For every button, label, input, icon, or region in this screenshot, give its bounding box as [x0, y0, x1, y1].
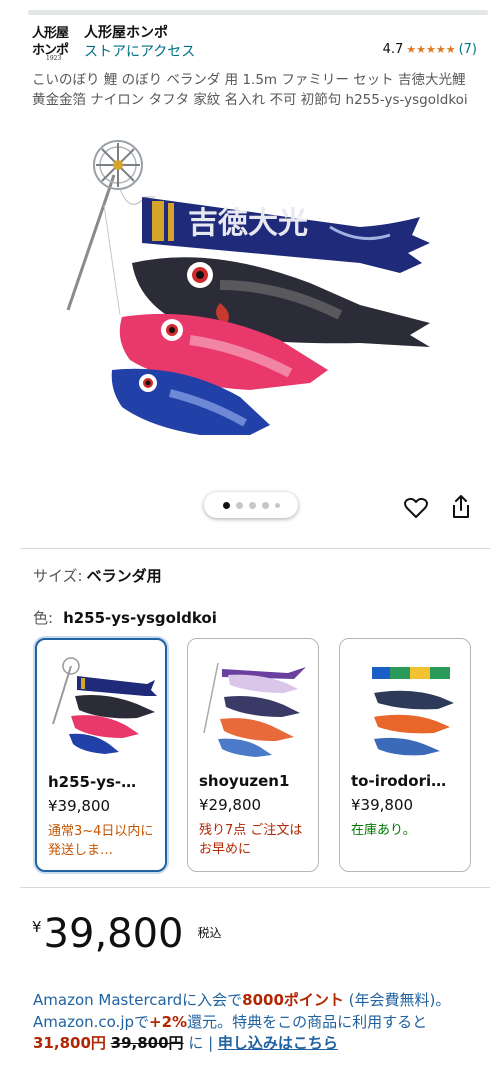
color-selector: 色: h255-ys-ysgoldkoi — [33, 607, 217, 628]
logo-year: 1923 — [46, 55, 62, 62]
tax-label: 税込 — [197, 926, 222, 940]
variant-price: ¥29,800 — [199, 796, 262, 814]
promo-original-price: 39,800円 — [110, 1034, 184, 1052]
carousel-dot[interactable] — [235, 501, 243, 509]
color-value: h255-ys-ysgoldkoi — [63, 609, 217, 627]
variant-name: shoyuzen1 — [199, 772, 290, 790]
image-carousel-indicator[interactable] — [204, 492, 298, 518]
promo-text: Amazon Mastercardに入会で — [33, 991, 243, 1009]
size-value: ベランダ用 — [86, 567, 162, 585]
size-selector: サイズ: ベランダ用 — [33, 565, 162, 586]
product-price: ¥ 39,800 税込 — [32, 912, 222, 956]
store-name[interactable]: 人形屋ホンポ — [84, 22, 168, 42]
promo-rate: +2% — [149, 1012, 188, 1031]
store-header: 人形屋 ホンポ 1923 人形屋ホンポ ストアにアクセス 4.7 ★★★★★ (… — [32, 22, 477, 64]
variant-thumbnail — [52, 657, 157, 754]
heart-icon[interactable] — [403, 495, 429, 521]
promo-text: に | — [183, 1034, 218, 1052]
section-divider — [20, 548, 490, 549]
review-count-link[interactable]: (7) — [459, 42, 477, 57]
variant-thumbnail — [203, 662, 306, 757]
carousel-dot[interactable] — [248, 501, 256, 509]
variant-name: h255-ys-… — [48, 773, 137, 791]
pinwheel-icon — [93, 140, 143, 190]
carousel-dot-active[interactable] — [222, 501, 230, 509]
variant-availability: 残り7点 ご注文はお早めに — [199, 823, 303, 857]
visit-store-link[interactable]: ストアにアクセス — [84, 41, 195, 61]
variant-availability: 通常3~4日以内に発送しま… — [48, 824, 154, 858]
variant-swatch-selected[interactable]: h255-ys-… ¥39,800 通常3~4日以内に発送しま… — [35, 638, 167, 872]
size-label: サイズ: — [33, 567, 83, 585]
variant-swatch[interactable]: shoyuzen1 ¥29,800 残り7点 ご注文はお早めに — [187, 638, 319, 872]
carousel-dot[interactable] — [274, 502, 280, 508]
variant-price: ¥39,800 — [48, 797, 111, 815]
rating-value: 4.7 — [382, 42, 404, 57]
variant-swatch[interactable]: to-irodori… ¥39,800 在庫あり。 — [339, 638, 471, 872]
promo-discounted-price: 31,800円 — [33, 1034, 106, 1052]
top-divider — [28, 10, 488, 15]
section-divider — [20, 887, 490, 888]
svg-text:吉徳大光: 吉徳大光 — [188, 206, 308, 241]
share-icon[interactable] — [450, 494, 472, 520]
promo-points: 8000ポイント — [242, 991, 344, 1009]
product-title: こいのぼり 鯉 のぼり ベランダ 用 1.5m ファミリー セット 吉徳大光鯉 … — [32, 72, 468, 108]
credit-card-promo[interactable]: Amazon Mastercardに入会で8000ポイント (年会費無料)。 A… — [33, 990, 471, 1055]
apply-link[interactable]: 申し込みはこちら — [218, 1034, 338, 1052]
variant-thumbnail — [372, 667, 454, 756]
variant-name: to-irodori… — [351, 772, 447, 790]
variant-availability: 在庫あり。 — [351, 823, 416, 838]
store-logo[interactable]: 人形屋 ホンポ 1923 — [32, 22, 74, 62]
currency-symbol: ¥ — [32, 918, 42, 936]
carousel-dot[interactable] — [261, 501, 269, 509]
rating-summary[interactable]: 4.7 ★★★★★ (7) — [383, 42, 477, 57]
price-amount: 39,800 — [43, 911, 184, 957]
variant-price: ¥39,800 — [351, 796, 414, 814]
star-rating-icon: ★★★★★ — [406, 43, 456, 56]
promo-text: 還元。特典をこの商品に利用すると — [187, 1012, 428, 1031]
color-label: 色: — [33, 609, 54, 627]
product-image[interactable]: 吉徳大光 — [60, 135, 440, 465]
